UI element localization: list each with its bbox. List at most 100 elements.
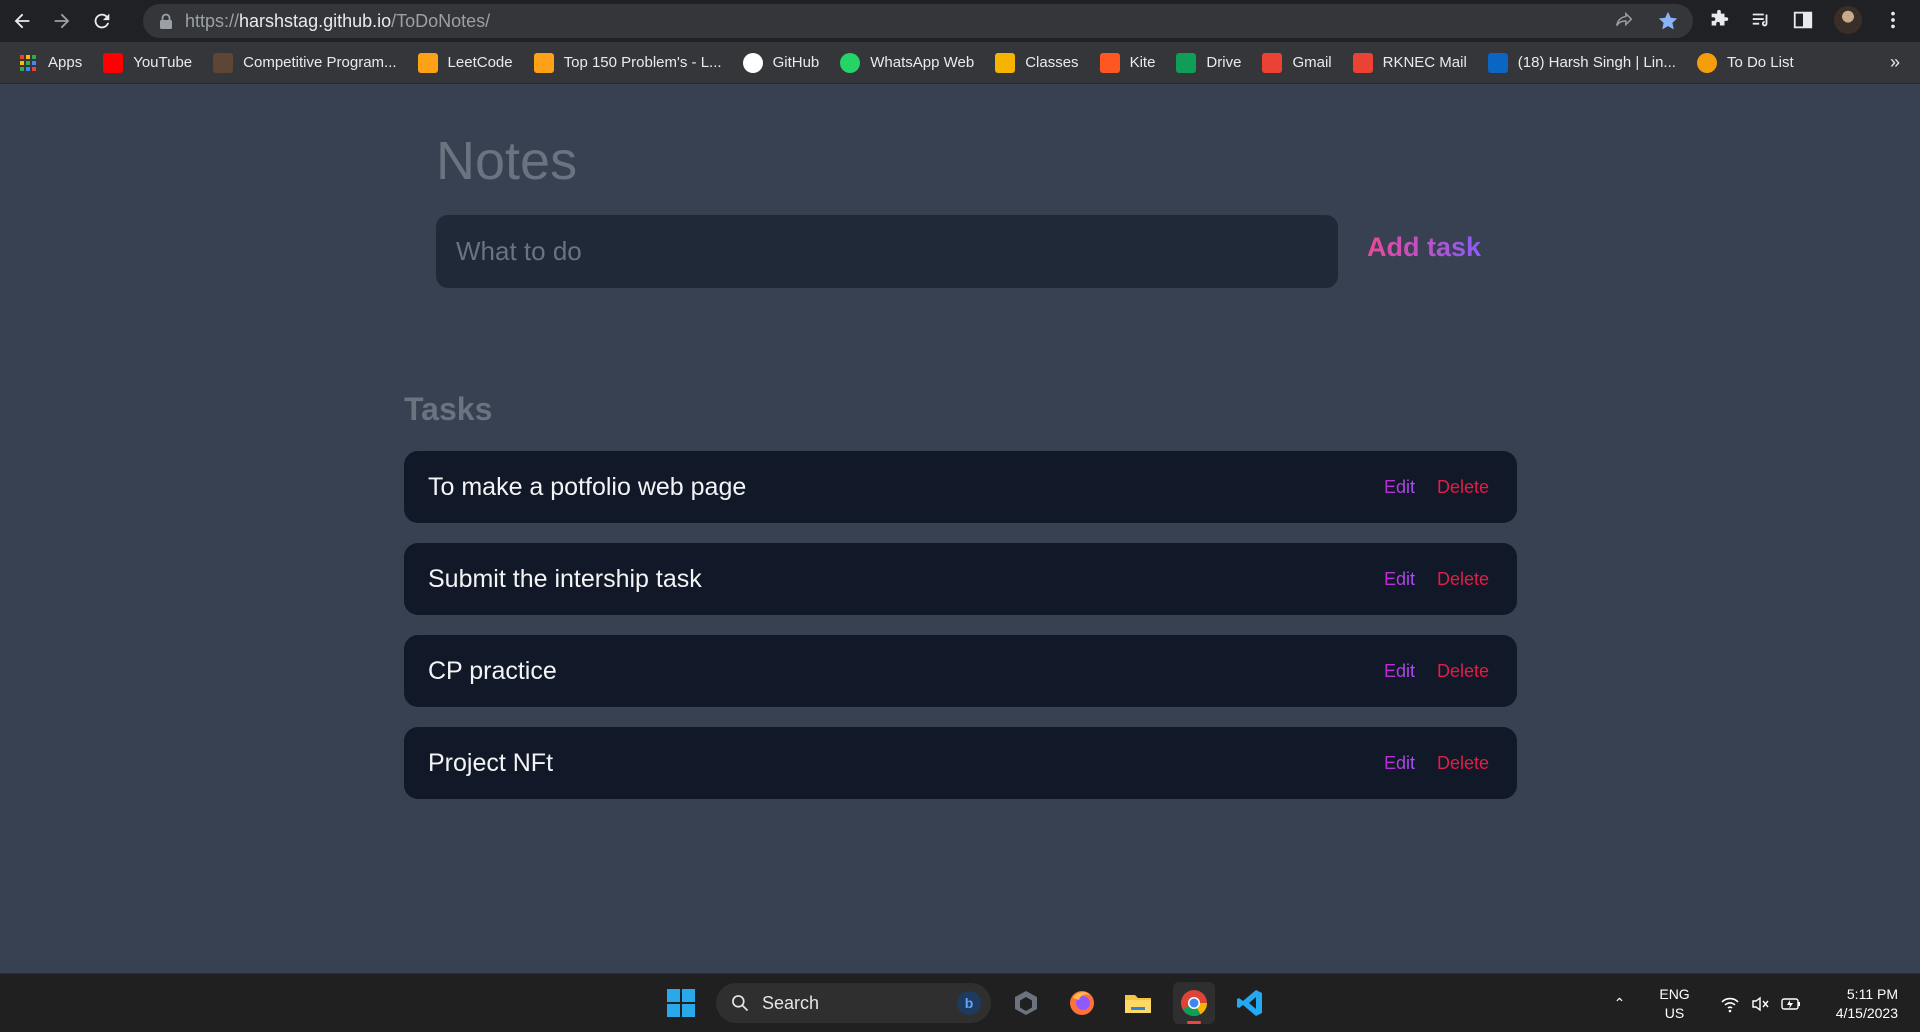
task-text: Submit the intership task — [428, 564, 702, 593]
bookmark-label: (18) Harsh Singh | Lin... — [1517, 54, 1676, 71]
leetcode-icon — [417, 52, 438, 73]
forward-button[interactable] — [44, 3, 80, 39]
reading-list-icon[interactable] — [1750, 9, 1772, 31]
battery-icon[interactable] — [1780, 994, 1802, 1014]
share-icon[interactable] — [1613, 10, 1635, 32]
bookmark-item[interactable]: RKNEC Mail — [1352, 52, 1467, 73]
file-explorer-icon[interactable] — [1117, 982, 1159, 1024]
bookmark-item[interactable]: LeetCode — [417, 52, 513, 73]
bookmark-label: YouTube — [133, 54, 193, 71]
bookmark-label: GitHub — [772, 54, 820, 71]
github-icon — [742, 52, 763, 73]
bing-icon[interactable]: b — [957, 991, 981, 1015]
bookmark-item[interactable]: Gmail — [1262, 52, 1332, 73]
address-bar[interactable]: https://harshstag.github.io/ToDoNotes/ — [143, 4, 1693, 38]
kite-icon — [1099, 52, 1120, 73]
search-icon — [732, 995, 749, 1012]
bookmark-item[interactable]: Kite — [1099, 52, 1156, 73]
page-content: Notes Add task Tasks To make a potfolio … — [0, 85, 1920, 973]
bookmark-label: LeetCode — [447, 54, 513, 71]
bookmark-label: Drive — [1206, 54, 1242, 71]
back-arrow-icon — [14, 13, 30, 29]
bookmarks-overflow-button[interactable]: » — [1890, 52, 1900, 73]
vscode-icon[interactable] — [1229, 982, 1271, 1024]
bookmark-item[interactable]: Classes — [995, 52, 1079, 73]
chrome-icon[interactable] — [1173, 982, 1215, 1024]
delete-button[interactable]: Delete — [1437, 477, 1489, 498]
tasks-heading: Tasks — [404, 391, 493, 427]
whatsapp-icon — [840, 52, 861, 73]
classroom-icon — [995, 52, 1016, 73]
task-text: Project NFt — [428, 748, 554, 777]
bookmarks-bar: Apps YouTube Competitive Program... LeetCod… — [0, 42, 1920, 84]
bookmark-item[interactable]: To Do List — [1696, 52, 1794, 73]
drive-icon — [1176, 52, 1197, 73]
language-indicator[interactable]: ENG US — [1659, 985, 1689, 1023]
edit-button[interactable]: Edit — [1384, 753, 1415, 774]
side-panel-icon[interactable] — [1792, 9, 1814, 31]
bookmark-item[interactable]: GitHub — [742, 52, 820, 73]
add-task-button[interactable]: Add task — [1367, 232, 1481, 263]
leetcode-icon — [533, 52, 554, 73]
task-item: Submit the intership task Edit Delete — [404, 543, 1517, 615]
delete-button[interactable]: Delete — [1437, 753, 1489, 774]
taskbar-search-label: Search — [762, 992, 820, 1013]
edit-button[interactable]: Edit — [1384, 661, 1415, 682]
windows-start-icon[interactable] — [660, 982, 702, 1024]
tray-overflow-icon[interactable]: ⌃ — [1614, 995, 1626, 1012]
back-button[interactable] — [4, 3, 40, 39]
bookmark-label: Kite — [1129, 54, 1156, 71]
bookmark-label: Apps — [48, 54, 83, 71]
task-item: CP practice Edit Delete — [404, 635, 1517, 707]
bookmark-label: WhatsApp Web — [870, 54, 975, 71]
linkedin-icon — [1487, 52, 1508, 73]
edit-button[interactable]: Edit — [1384, 569, 1415, 590]
taskbar-search[interactable]: Search b — [716, 983, 991, 1023]
forward-arrow-icon — [54, 13, 70, 29]
wifi-icon[interactable] — [1720, 994, 1740, 1014]
bookmark-item[interactable]: Competitive Program... — [213, 52, 397, 73]
app-cube-icon[interactable] — [1005, 982, 1047, 1024]
task-list: To make a potfolio web page Edit Delete Sub… — [404, 451, 1517, 819]
youtube-icon — [103, 52, 124, 73]
system-clock[interactable]: 5:11 PM 4/15/2023 — [1836, 985, 1898, 1023]
bookmark-label: Gmail — [1292, 54, 1332, 71]
bookmark-item[interactable]: (18) Harsh Singh | Lin... — [1487, 52, 1676, 73]
task-text: CP practice — [428, 656, 557, 685]
task-item: To make a potfolio web page Edit Delete — [404, 451, 1517, 523]
reload-button[interactable] — [84, 3, 120, 39]
volume-muted-icon[interactable] — [1750, 994, 1770, 1014]
bookmark-label: Top 150 Problem's - L... — [563, 54, 722, 71]
bookmark-item[interactable]: YouTube — [103, 52, 193, 73]
bookmark-item[interactable]: Drive — [1176, 52, 1242, 73]
apps-grid-icon — [18, 53, 38, 73]
delete-button[interactable]: Delete — [1437, 569, 1489, 590]
bookmark-label: Competitive Program... — [243, 54, 397, 71]
page-title: Notes — [436, 131, 578, 191]
windows-taskbar: Search b ⌃ ENG US 5:11 PM 4/15/2023 — [0, 973, 1920, 1032]
gmail-icon — [1352, 52, 1373, 73]
gmail-icon — [1262, 52, 1283, 73]
bookmark-label: Classes — [1025, 54, 1079, 71]
codechef-icon — [213, 52, 234, 73]
bookmark-label: RKNEC Mail — [1382, 54, 1467, 71]
bookmark-star-icon[interactable] — [1657, 10, 1679, 32]
reload-icon — [94, 13, 110, 29]
bookmark-item[interactable]: Top 150 Problem's - L... — [533, 52, 722, 73]
delete-button[interactable]: Delete — [1437, 661, 1489, 682]
lock-icon — [160, 13, 172, 29]
firefox-icon[interactable] — [1061, 982, 1103, 1024]
bookmark-item[interactable]: WhatsApp Web — [840, 52, 975, 73]
bookmark-label: To Do List — [1726, 54, 1794, 71]
url-text: https://harshstag.github.io/ToDoNotes/ — [185, 10, 491, 31]
task-input[interactable] — [436, 215, 1338, 288]
todo-icon — [1696, 52, 1717, 73]
task-text: To make a potfolio web page — [428, 472, 747, 501]
task-item: Project NFt Edit Delete — [404, 727, 1517, 799]
menu-kebab-icon[interactable] — [1882, 9, 1904, 31]
bookmark-item[interactable]: Apps — [18, 53, 82, 73]
browser-toolbar: https://harshstag.github.io/ToDoNotes/ — [0, 0, 1920, 42]
extensions-puzzle-icon[interactable] — [1708, 9, 1730, 31]
edit-button[interactable]: Edit — [1384, 477, 1415, 498]
profile-avatar[interactable] — [1834, 6, 1862, 34]
